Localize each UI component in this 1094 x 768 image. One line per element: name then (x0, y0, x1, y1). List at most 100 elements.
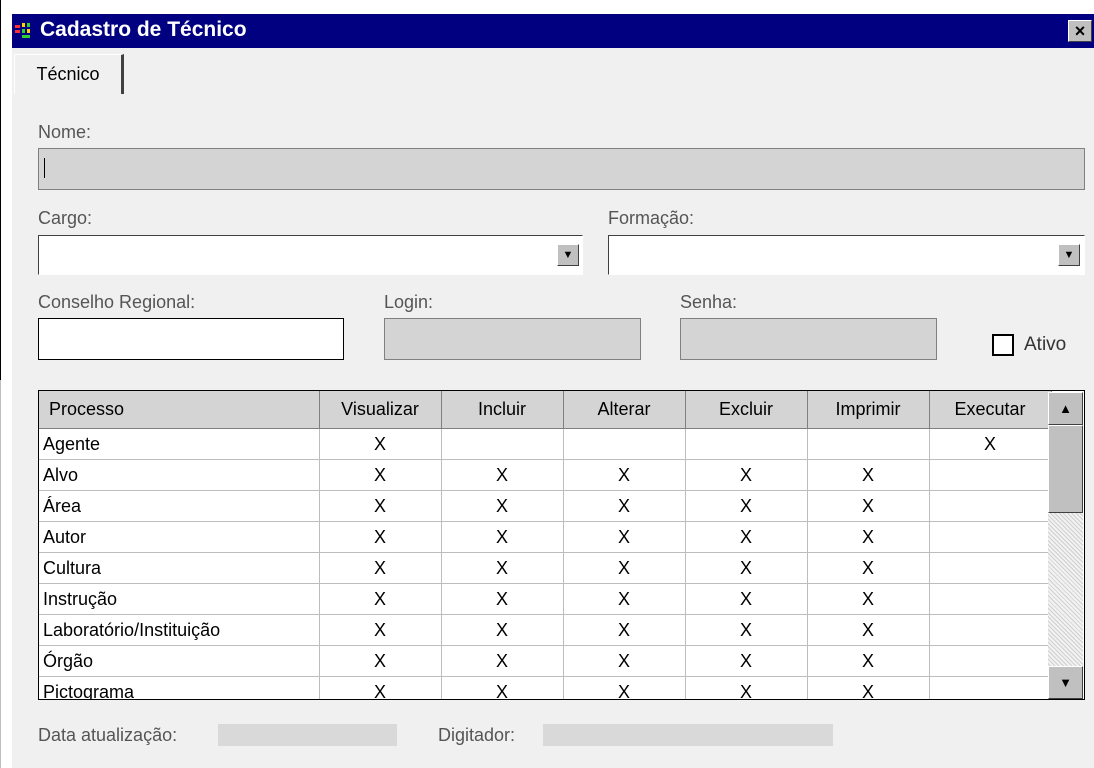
formacao-select[interactable] (608, 235, 1085, 275)
process-name-cell[interactable]: Instrução (39, 583, 320, 615)
permissions-grid[interactable]: Processo Visualizar Incluir Alterar Excluir I… (38, 390, 1085, 700)
permission-cell[interactable]: X (685, 645, 808, 677)
permission-cell[interactable]: X (319, 552, 442, 584)
nome-input[interactable] (38, 148, 1085, 190)
permission-cell[interactable] (441, 428, 564, 460)
chevron-down-icon: ▼ (1063, 249, 1075, 261)
scroll-up-button[interactable]: ▲ (1048, 392, 1083, 425)
table-row[interactable]: Cultura X X X X X (39, 552, 1052, 584)
process-name-cell[interactable]: Pictograma (39, 676, 320, 699)
permission-cell[interactable]: X (807, 459, 930, 491)
scroll-down-button[interactable]: ▼ (1048, 666, 1083, 699)
table-row[interactable]: Instrução X X X X X (39, 583, 1052, 615)
senha-input[interactable] (680, 318, 937, 360)
nome-label: Nome: (38, 122, 92, 142)
permission-cell[interactable]: X (685, 521, 808, 553)
permission-cell[interactable]: X (319, 521, 442, 553)
permission-cell[interactable]: X (319, 614, 442, 646)
permission-cell[interactable]: X (319, 676, 442, 699)
permission-cell[interactable]: X (563, 676, 686, 699)
app-icon (15, 23, 30, 38)
ativo-checkbox[interactable] (992, 334, 1014, 356)
permission-cell[interactable] (929, 614, 1052, 646)
permission-cell[interactable] (929, 521, 1052, 553)
table-row[interactable]: Alvo X X X X X (39, 459, 1052, 491)
permission-cell[interactable] (807, 428, 930, 460)
permission-cell[interactable] (929, 583, 1052, 615)
permission-cell[interactable]: X (685, 459, 808, 491)
permission-cell[interactable]: X (563, 521, 686, 553)
permission-cell[interactable]: X (807, 552, 930, 584)
permission-cell[interactable] (563, 428, 686, 460)
permission-cell[interactable]: X (441, 645, 564, 677)
permission-cell[interactable]: X (685, 676, 808, 699)
permission-cell[interactable]: X (441, 676, 564, 699)
permission-cell[interactable] (929, 676, 1052, 699)
permission-cell[interactable]: X (441, 521, 564, 553)
digitador-field (543, 724, 833, 746)
permission-cell[interactable]: X (319, 428, 442, 460)
permission-cell[interactable]: X (563, 552, 686, 584)
permission-cell[interactable]: X (807, 614, 930, 646)
permission-cell[interactable]: X (807, 583, 930, 615)
close-button[interactable]: × (1068, 20, 1092, 42)
column-header[interactable]: Executar (929, 391, 1052, 429)
permission-cell[interactable]: X (319, 490, 442, 522)
permission-cell[interactable]: X (441, 614, 564, 646)
table-row[interactable]: Órgão X X X X X (39, 645, 1052, 677)
permission-cell[interactable]: X (441, 459, 564, 491)
permission-cell[interactable]: X (319, 459, 442, 491)
permission-cell[interactable]: X (441, 490, 564, 522)
permission-cell[interactable]: X (685, 614, 808, 646)
cargo-select[interactable] (38, 235, 583, 275)
permission-cell[interactable]: X (929, 428, 1052, 460)
permission-cell[interactable]: X (441, 583, 564, 615)
table-row[interactable]: Autor X X X X X (39, 521, 1052, 553)
permission-cell[interactable]: X (563, 645, 686, 677)
table-row[interactable]: Pictograma X X X X X (39, 676, 1052, 699)
column-header[interactable]: Imprimir (807, 391, 930, 429)
table-row[interactable]: Agente X X (39, 428, 1052, 460)
permission-cell[interactable]: X (441, 552, 564, 584)
table-row[interactable]: Área X X X X X (39, 490, 1052, 522)
permission-cell[interactable]: X (563, 490, 686, 522)
process-name-cell[interactable]: Agente (39, 428, 320, 460)
text-cursor (44, 158, 45, 178)
scrollbar-thumb[interactable] (1048, 425, 1083, 513)
permission-cell[interactable]: X (563, 583, 686, 615)
permission-cell[interactable]: X (807, 645, 930, 677)
table-row[interactable]: Laboratório/Instituição X X X X X (39, 614, 1052, 646)
process-name-cell[interactable]: Área (39, 490, 320, 522)
permission-cell[interactable] (929, 552, 1052, 584)
cargo-dropdown-button[interactable]: ▼ (557, 244, 579, 266)
conselho-input[interactable] (38, 318, 344, 360)
permission-cell[interactable]: X (807, 490, 930, 522)
permission-cell[interactable]: X (685, 552, 808, 584)
column-header[interactable]: Excluir (685, 391, 808, 429)
permission-cell[interactable]: X (685, 490, 808, 522)
permission-cell[interactable]: X (319, 583, 442, 615)
permission-cell[interactable] (685, 428, 808, 460)
column-header[interactable]: Alterar (563, 391, 686, 429)
permission-cell[interactable]: X (807, 676, 930, 699)
column-header[interactable]: Visualizar (319, 391, 442, 429)
column-header[interactable]: Incluir (441, 391, 564, 429)
permission-cell[interactable]: X (319, 645, 442, 677)
permission-cell[interactable]: X (563, 459, 686, 491)
process-name-cell[interactable]: Órgão (39, 645, 320, 677)
process-name-cell[interactable]: Laboratório/Instituição (39, 614, 320, 646)
table-header-row: Processo Visualizar Incluir Alterar Excluir I… (39, 391, 1052, 429)
column-header[interactable]: Processo (39, 391, 320, 429)
permission-cell[interactable] (929, 645, 1052, 677)
permission-cell[interactable] (929, 459, 1052, 491)
permission-cell[interactable]: X (563, 614, 686, 646)
process-name-cell[interactable]: Alvo (39, 459, 320, 491)
formacao-dropdown-button[interactable]: ▼ (1058, 244, 1080, 266)
login-input[interactable] (384, 318, 641, 360)
permission-cell[interactable]: X (685, 583, 808, 615)
process-name-cell[interactable]: Autor (39, 521, 320, 553)
permission-cell[interactable]: X (807, 521, 930, 553)
permission-cell[interactable] (929, 490, 1052, 522)
tab-tecnico[interactable]: Técnico (14, 54, 124, 94)
process-name-cell[interactable]: Cultura (39, 552, 320, 584)
